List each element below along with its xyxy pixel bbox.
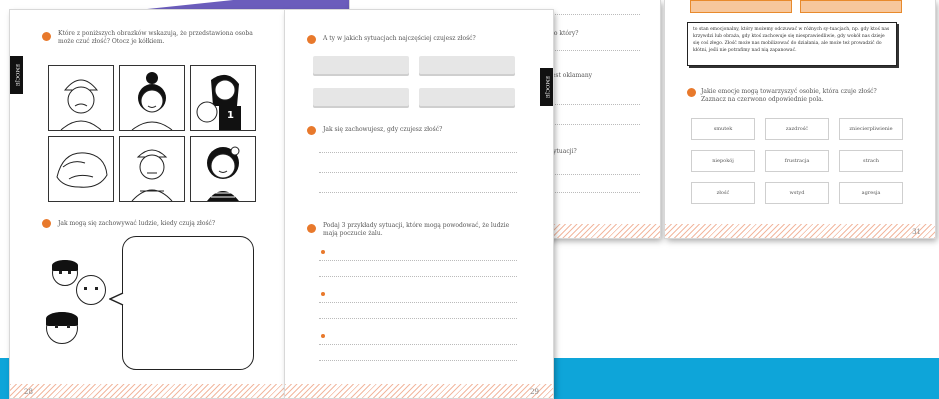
- question-behaviour: Jak mogą się zachowywać ludzie, kiedy cz…: [58, 220, 216, 227]
- question-examples: Podaj 3 przykłady sytuacji, które mogą p…: [323, 222, 510, 237]
- answer-box[interactable]: [313, 88, 409, 108]
- word-option[interactable]: frustracja: [765, 150, 829, 172]
- person-head: [52, 260, 78, 286]
- word-option[interactable]: złość: [691, 182, 755, 204]
- writing-line[interactable]: [319, 192, 517, 193]
- list-bullet: [321, 250, 325, 254]
- word-option[interactable]: zazdrość: [765, 118, 829, 140]
- chapter-tab: EMOCJE: [540, 68, 553, 106]
- speech-bubble-tail: [109, 292, 124, 306]
- writing-line[interactable]: [319, 276, 517, 277]
- definition-note: to stan emocjonalny, który możemy odczuw…: [687, 22, 897, 66]
- answer-box-orange: [690, 0, 792, 13]
- question-bullet: [307, 126, 316, 135]
- person-head: [76, 275, 106, 305]
- front-left-page: EMOCJE Które z poniższych obrazków wskaz…: [10, 10, 285, 398]
- answer-box[interactable]: [419, 88, 515, 108]
- face-picture-3[interactable]: 1: [190, 65, 256, 131]
- writing-line: [550, 124, 640, 125]
- face-picture-5[interactable]: [119, 136, 185, 202]
- answer-box[interactable]: [419, 56, 515, 76]
- word-option[interactable]: smutek: [691, 118, 755, 140]
- person-head: [46, 312, 78, 344]
- back-right-page: to stan emocjonalny, który możemy odczuw…: [665, 0, 935, 238]
- page-number: 29: [530, 388, 539, 396]
- question-emotions: Jakie emocje mogą towarzyszyć osobie, kt…: [701, 88, 877, 103]
- word-option[interactable]: wstyd: [765, 182, 829, 204]
- question-faces: Które z poniższych obrazków wskazują, że…: [58, 30, 253, 45]
- question-bullet: [307, 224, 316, 233]
- answer-box[interactable]: [313, 56, 409, 76]
- page-footer-hatch: [665, 224, 935, 238]
- chapter-tab: EMOCJE: [10, 56, 23, 94]
- question-reaction: Jak się zachowujesz, gdy czujesz złość?: [323, 126, 443, 133]
- face-picture-2[interactable]: [119, 65, 185, 131]
- writing-line: [550, 14, 640, 15]
- face-picture-6[interactable]: [190, 136, 256, 202]
- shirt-number: 1: [227, 110, 234, 121]
- face-ball-icon: [196, 74, 241, 130]
- writing-line: [550, 104, 640, 105]
- page-number: 31: [912, 228, 921, 236]
- writing-line[interactable]: [319, 172, 517, 173]
- answer-box-orange: [800, 0, 902, 13]
- word-option[interactable]: niepokój: [691, 150, 755, 172]
- front-right-page: EMOCJE A ty w jakich sytuacjach najczęśc…: [285, 10, 553, 398]
- page-footer-hatch: [10, 384, 285, 398]
- face-picture-1[interactable]: [48, 65, 114, 131]
- writing-line: [550, 50, 640, 51]
- face-picture-4[interactable]: [48, 136, 114, 202]
- back-snippet-2: jest oklamany: [550, 72, 593, 79]
- writing-line[interactable]: [319, 302, 517, 303]
- back-snippet-1: po który?: [550, 30, 579, 37]
- list-bullet: [321, 334, 325, 338]
- face-bun-icon: [131, 72, 173, 131]
- page-number: 28: [24, 388, 33, 396]
- writing-line[interactable]: [319, 260, 517, 261]
- word-option[interactable]: strach: [839, 150, 903, 172]
- face-cap-icon: [131, 149, 173, 202]
- writing-line: [550, 174, 640, 175]
- writing-line[interactable]: [319, 344, 517, 345]
- page-footer-hatch: [285, 384, 553, 398]
- face-hiding-icon: [56, 152, 108, 188]
- writing-line[interactable]: [319, 360, 517, 361]
- question-situations: A ty w jakich sytuacjach najczęściej czu…: [323, 35, 476, 42]
- writing-line: [550, 192, 640, 193]
- list-bullet: [321, 292, 325, 296]
- question-bullet: [42, 219, 51, 228]
- question-bullet: [687, 88, 696, 97]
- writing-line[interactable]: [319, 152, 517, 153]
- word-option[interactable]: zniecierpliwienie: [839, 118, 903, 140]
- back-snippet-3: sytuacji?: [550, 148, 577, 155]
- writing-line[interactable]: [319, 318, 517, 319]
- face-hat-icon: [60, 79, 102, 131]
- face-girl-icon: [207, 146, 240, 201]
- answer-speech-bubble[interactable]: [122, 236, 254, 370]
- word-option[interactable]: agresja: [839, 182, 903, 204]
- question-bullet: [307, 35, 316, 44]
- question-bullet: [42, 32, 51, 41]
